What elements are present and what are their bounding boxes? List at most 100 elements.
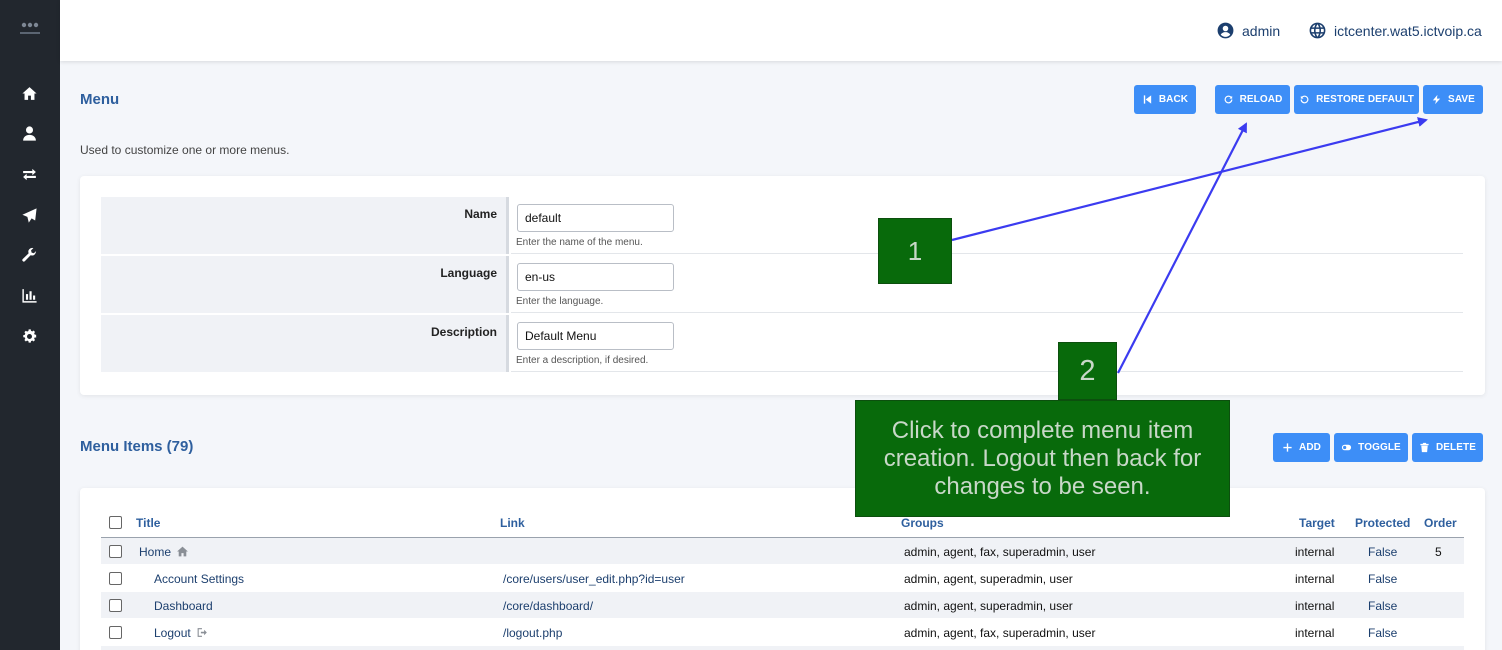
row-checkbox[interactable] xyxy=(109,626,122,639)
description-field[interactable] xyxy=(517,322,674,350)
row-title-logout[interactable]: Logout xyxy=(154,626,209,640)
toggle-button[interactable]: TOGGLE xyxy=(1334,433,1408,462)
delete-button-label: DELETE xyxy=(1435,442,1477,453)
domain-name: ictcenter.wat5.ictvoip.ca xyxy=(1334,22,1482,39)
name-label: Name xyxy=(464,207,497,221)
row-groups: admin, agent, superadmin, user xyxy=(904,599,1073,613)
language-hint: Enter the language. xyxy=(516,296,604,307)
domain-selector[interactable]: ictcenter.wat5.ictvoip.ca xyxy=(1308,21,1482,40)
toggle-button-label: TOGGLE xyxy=(1358,442,1401,453)
row-title-home[interactable]: Home xyxy=(139,545,189,559)
row-target: internal xyxy=(1295,572,1335,586)
row-groups: admin, agent, fax, superadmin, user xyxy=(904,545,1096,559)
row-protected[interactable]: False xyxy=(1368,545,1397,559)
column-header-title[interactable]: Title xyxy=(136,516,160,530)
sidebar xyxy=(0,0,60,650)
gear-icon[interactable] xyxy=(18,325,40,347)
callout-instructions: Click to complete menu item creation. Lo… xyxy=(855,400,1230,517)
row-link[interactable]: /logout.php xyxy=(503,626,562,640)
row-checkbox[interactable] xyxy=(109,572,122,585)
reload-button[interactable]: RELOAD xyxy=(1215,85,1290,114)
row-target: internal xyxy=(1295,599,1335,613)
form-row-name: Name Enter the name of the menu. xyxy=(101,197,1463,254)
column-header-protected[interactable]: Protected xyxy=(1355,516,1410,530)
row-title: Home xyxy=(139,545,172,559)
column-header-link[interactable]: Link xyxy=(500,516,525,530)
reload-icon xyxy=(1224,95,1232,104)
language-label: Language xyxy=(440,266,497,280)
name-field[interactable] xyxy=(517,204,674,232)
row-target: internal xyxy=(1295,626,1335,640)
restore-default-button[interactable]: RESTORE DEFAULT xyxy=(1294,85,1419,114)
back-icon xyxy=(1143,95,1152,104)
username: admin xyxy=(1242,22,1281,39)
name-label-cell: Name xyxy=(101,197,509,254)
page-description: Used to customize one or more menus. xyxy=(80,143,290,157)
table-row[interactable]: Logout /logout.php admin, agent, fax, su… xyxy=(101,619,1464,645)
globe-icon xyxy=(1309,22,1326,39)
row-link[interactable]: /core/dashboard/ xyxy=(503,599,593,613)
row-protected[interactable]: False xyxy=(1368,599,1397,613)
trash-icon xyxy=(1420,442,1429,453)
row-checkbox[interactable] xyxy=(109,545,122,558)
delete-button[interactable]: DELETE xyxy=(1412,433,1483,462)
row-divider xyxy=(511,312,1463,313)
column-header-groups[interactable]: Groups xyxy=(901,516,944,530)
row-divider xyxy=(511,253,1463,254)
menu-form-card: Name Enter the name of the menu. Languag… xyxy=(80,176,1485,395)
paper-plane-icon[interactable] xyxy=(18,204,40,226)
row-order: 5 xyxy=(1435,545,1442,559)
row-divider xyxy=(511,371,1463,372)
app-logo xyxy=(20,22,40,34)
column-header-order[interactable]: Order xyxy=(1424,516,1457,530)
bolt-icon xyxy=(1432,94,1441,105)
reload-button-label: RELOAD xyxy=(1239,94,1283,105)
form-row-language: Language Enter the language. xyxy=(101,256,1463,313)
row-groups: admin, agent, fax, superadmin, user xyxy=(904,626,1096,640)
row-title[interactable]: Account Settings xyxy=(154,572,244,586)
plus-icon xyxy=(1283,443,1292,452)
menu-items-title: Menu Items (79) xyxy=(80,438,194,455)
chart-icon[interactable] xyxy=(18,284,40,306)
sign-out-icon xyxy=(196,626,209,639)
language-field[interactable] xyxy=(517,263,674,291)
description-label-cell: Description xyxy=(101,315,509,372)
row-title[interactable]: Dashboard xyxy=(154,599,213,613)
column-header-target[interactable]: Target xyxy=(1299,516,1335,530)
row-protected[interactable]: False xyxy=(1368,626,1397,640)
row-checkbox[interactable] xyxy=(109,599,122,612)
toggle-icon xyxy=(1342,444,1352,451)
back-button[interactable]: BACK xyxy=(1134,85,1196,114)
restore-default-button-label: RESTORE DEFAULT xyxy=(1316,94,1414,105)
row-link[interactable]: /core/users/user_edit.php?id=user xyxy=(503,572,685,586)
wrench-icon[interactable] xyxy=(18,244,40,266)
add-button[interactable]: ADD xyxy=(1273,433,1330,462)
description-label: Description xyxy=(430,325,497,339)
language-label-cell: Language xyxy=(101,256,509,313)
user-menu[interactable]: admin xyxy=(1216,21,1280,40)
table-row[interactable]: Account Settings /core/users/user_edit.p… xyxy=(101,565,1464,591)
table-row[interactable] xyxy=(101,646,1464,650)
transfer-icon[interactable] xyxy=(18,163,40,185)
save-button[interactable]: SAVE xyxy=(1423,85,1483,114)
page-title: Menu xyxy=(80,91,120,108)
add-button-label: ADD xyxy=(1299,442,1321,453)
row-protected[interactable]: False xyxy=(1368,572,1397,586)
select-all-checkbox[interactable] xyxy=(109,516,122,529)
back-button-label: BACK xyxy=(1158,94,1189,105)
form-row-description: Description Enter a description, if desi… xyxy=(101,315,1463,372)
home-icon xyxy=(176,545,189,558)
top-bar: admin ictcenter.wat5.ictvoip.ca xyxy=(60,0,1502,61)
user-icon[interactable] xyxy=(18,122,40,144)
undo-icon xyxy=(1300,95,1309,104)
table-row[interactable]: Dashboard /core/dashboard/ admin, agent,… xyxy=(101,592,1464,618)
row-groups: admin, agent, superadmin, user xyxy=(904,572,1073,586)
name-hint: Enter the name of the menu. xyxy=(516,237,643,248)
home-icon[interactable] xyxy=(18,82,40,104)
callout-2: 2 xyxy=(1058,342,1117,400)
callout-1: 1 xyxy=(878,218,952,284)
save-button-label: SAVE xyxy=(1448,94,1475,105)
table-row[interactable]: Home admin, agent, fax, superadmin, user… xyxy=(101,538,1464,564)
row-title: Logout xyxy=(154,626,191,640)
description-hint: Enter a description, if desired. xyxy=(516,355,649,366)
